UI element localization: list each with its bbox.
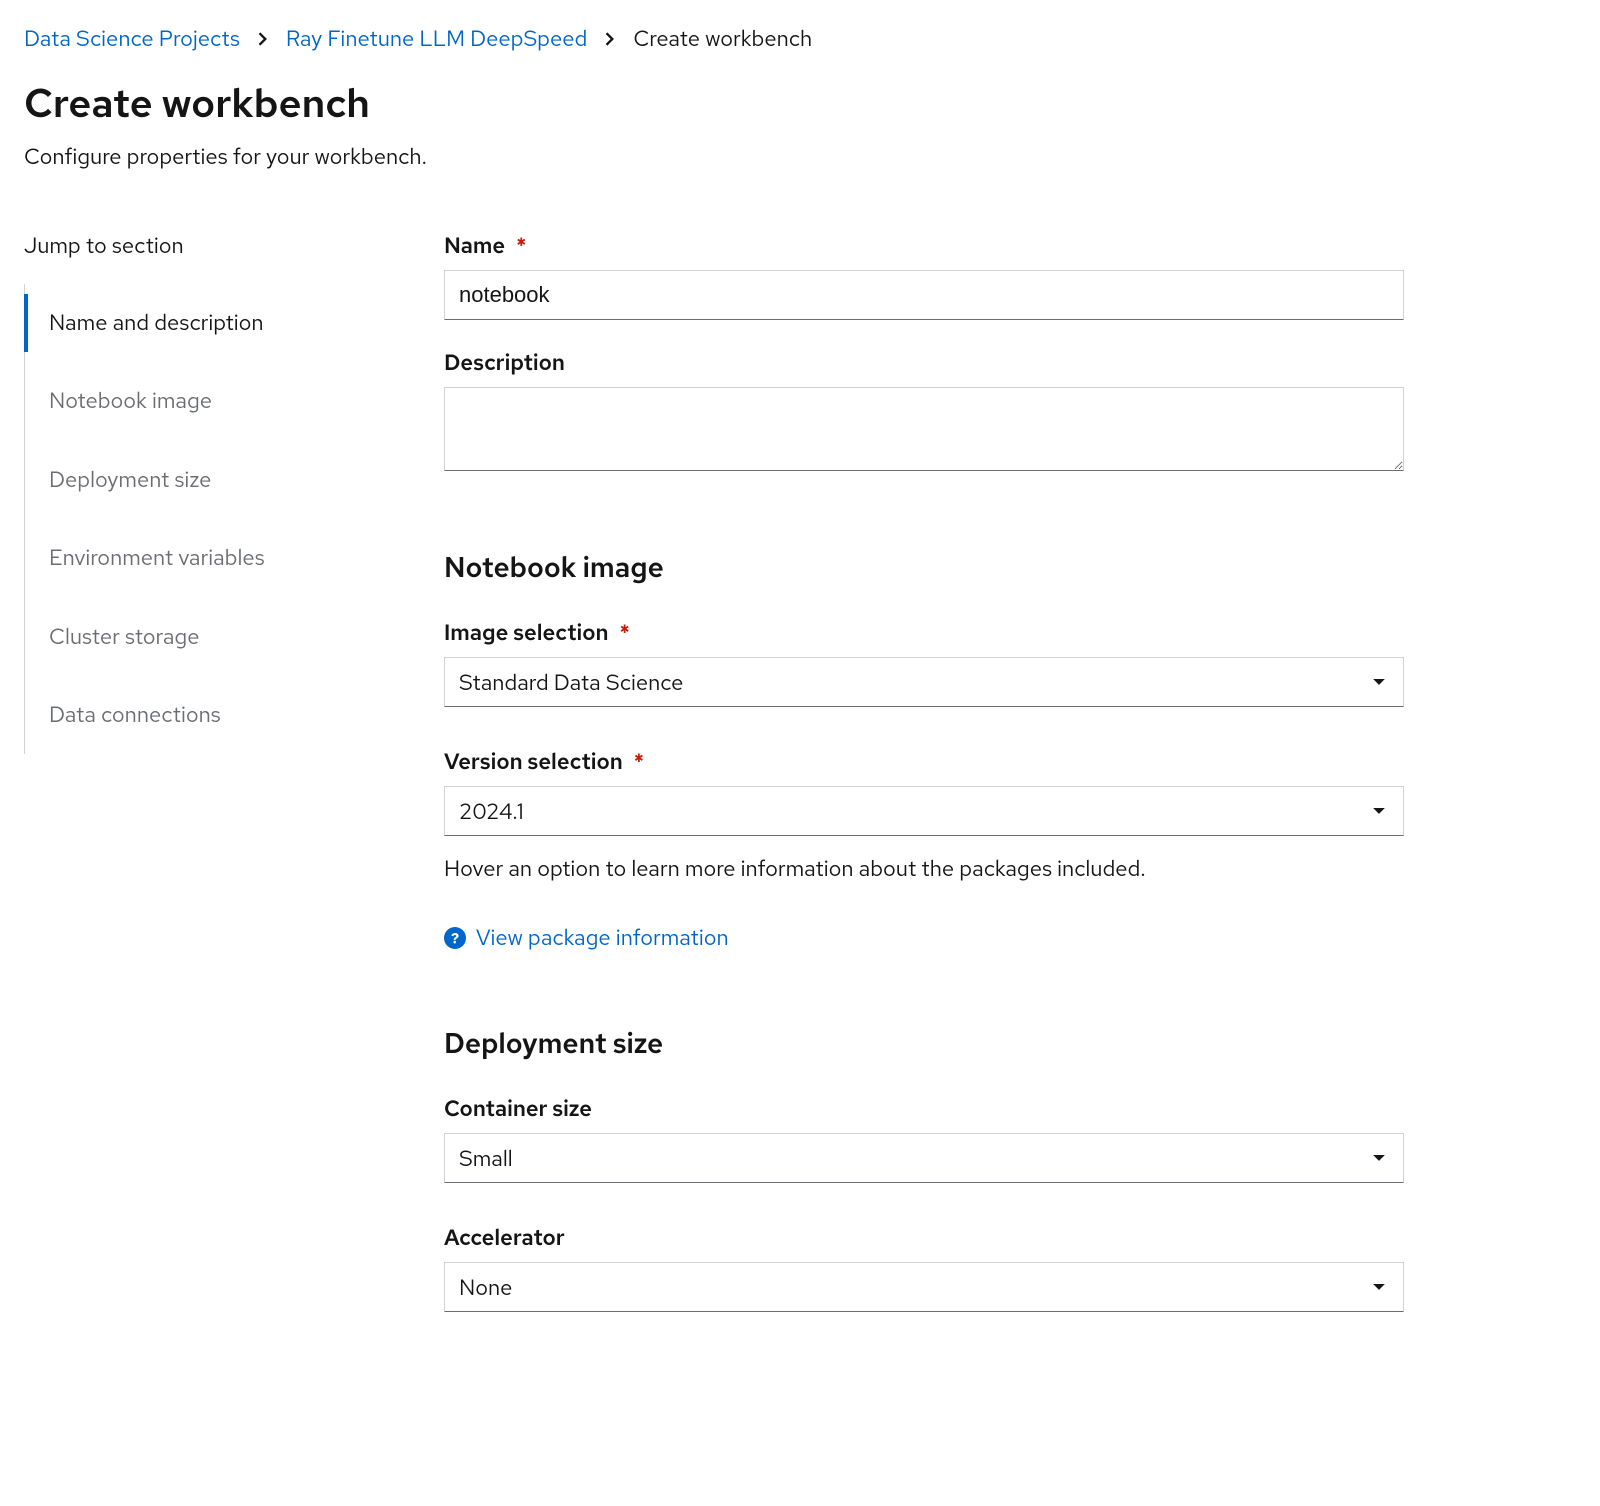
sidebar-title: Jump to section	[24, 231, 394, 260]
package-info-row: ? View package information	[444, 923, 1404, 952]
version-selection-group: Version selection * 2024.1 Hover an opti…	[444, 747, 1404, 883]
accelerator-select[interactable]: None	[444, 1262, 1404, 1312]
sidebar-nav: Name and description Notebook image Depl…	[24, 284, 394, 754]
chevron-right-icon	[258, 32, 268, 46]
name-field-group: Name *	[444, 231, 1404, 320]
accelerator-value: None	[459, 1273, 512, 1302]
sidebar-item-deployment-size[interactable]: Deployment size	[25, 441, 394, 519]
view-package-info-link[interactable]: View package information	[476, 923, 729, 952]
version-helper-text: Hover an option to learn more informatio…	[444, 854, 1404, 883]
image-selection-label-text: Image selection	[444, 618, 608, 647]
name-input[interactable]	[444, 270, 1404, 320]
sidebar-item-cluster-storage[interactable]: Cluster storage	[25, 598, 394, 676]
required-asterisk-icon: *	[516, 231, 527, 260]
description-textarea[interactable]	[444, 387, 1404, 471]
page-title: Create workbench	[24, 77, 1576, 130]
question-circle-icon: ?	[444, 927, 466, 949]
required-asterisk-icon: *	[619, 618, 630, 647]
sidebar-item-env-variables[interactable]: Environment variables	[25, 519, 394, 597]
svg-text:?: ?	[451, 928, 459, 948]
accelerator-label: Accelerator	[444, 1223, 1404, 1252]
container-size-select[interactable]: Small	[444, 1133, 1404, 1183]
notebook-image-section: Notebook image Image selection * Standar…	[444, 548, 1404, 952]
breadcrumb-current: Create workbench	[633, 24, 812, 53]
version-selection-select[interactable]: 2024.1	[444, 786, 1404, 836]
form-main: Name * Description Notebook image Image …	[444, 231, 1404, 1340]
name-label: Name *	[444, 231, 1404, 260]
image-selection-group: Image selection * Standard Data Science	[444, 618, 1404, 707]
chevron-right-icon	[605, 32, 615, 46]
required-asterisk-icon: *	[634, 747, 645, 776]
breadcrumb: Data Science Projects Ray Finetune LLM D…	[24, 24, 1576, 53]
sidebar: Jump to section Name and description Not…	[24, 231, 394, 1340]
breadcrumb-link-project[interactable]: Ray Finetune LLM DeepSpeed	[286, 24, 587, 53]
sidebar-item-data-connections[interactable]: Data connections	[25, 676, 394, 754]
description-field-group: Description	[444, 348, 1404, 476]
accelerator-group: Accelerator None	[444, 1223, 1404, 1312]
image-selection-select[interactable]: Standard Data Science	[444, 657, 1404, 707]
container-size-group: Container size Small	[444, 1094, 1404, 1183]
version-selection-label-text: Version selection	[444, 747, 623, 776]
container-size-label: Container size	[444, 1094, 1404, 1123]
breadcrumb-link-projects[interactable]: Data Science Projects	[24, 24, 240, 53]
sidebar-item-notebook-image[interactable]: Notebook image	[25, 362, 394, 440]
description-label: Description	[444, 348, 1404, 377]
sidebar-item-name-description[interactable]: Name and description	[25, 284, 394, 362]
deployment-size-heading: Deployment size	[444, 1024, 1404, 1062]
image-selection-value: Standard Data Science	[459, 668, 683, 697]
container-size-value: Small	[459, 1144, 513, 1173]
notebook-image-heading: Notebook image	[444, 548, 1404, 586]
version-selection-label: Version selection *	[444, 747, 1404, 776]
deployment-size-section: Deployment size Container size Small Acc…	[444, 1024, 1404, 1312]
name-label-text: Name	[444, 231, 505, 260]
version-selection-value: 2024.1	[459, 797, 524, 826]
image-selection-label: Image selection *	[444, 618, 1404, 647]
page-subtitle: Configure properties for your workbench.	[24, 142, 1576, 171]
